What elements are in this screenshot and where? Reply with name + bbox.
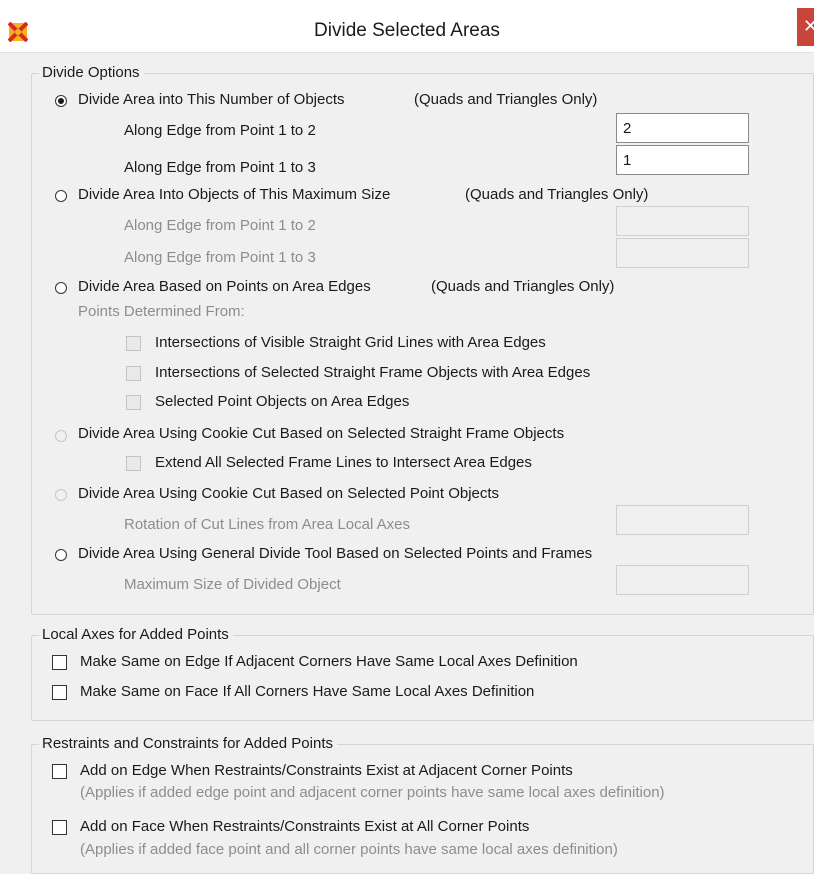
close-button[interactable]: ✕ xyxy=(797,8,814,46)
checkbox-extend-frame-lines[interactable] xyxy=(126,456,141,471)
checkbox-grid-line-intersections[interactable] xyxy=(126,336,141,351)
number-edge12-label: Along Edge from Point 1 to 2 xyxy=(124,122,316,139)
radio-divide-by-edge-points[interactable] xyxy=(55,282,67,294)
rotation-cut-lines-label: Rotation of Cut Lines from Area Local Ax… xyxy=(124,516,410,533)
radio-general-divide-tool[interactable] xyxy=(55,549,67,561)
checkbox-local-axes-face-label: Make Same on Face If All Corners Have Sa… xyxy=(80,683,535,700)
checkbox-selected-point-objects-label: Selected Point Objects on Area Edges xyxy=(155,393,410,410)
radio-divide-by-number[interactable] xyxy=(55,95,67,107)
radio-divide-by-number-label: Divide Area into This Number of Objects xyxy=(78,91,345,108)
number-edge13-label: Along Edge from Point 1 to 3 xyxy=(124,159,316,176)
max-size-edge13-input[interactable] xyxy=(616,238,749,268)
local-axes-legend: Local Axes for Added Points xyxy=(39,626,233,643)
checkbox-local-axes-edge[interactable] xyxy=(52,655,67,670)
radio-divide-by-edge-points-label: Divide Area Based on Points on Area Edge… xyxy=(78,278,371,295)
checkbox-selected-point-objects[interactable] xyxy=(126,395,141,410)
window-title: Divide Selected Areas xyxy=(314,20,500,41)
radio-cookie-cut-points[interactable] xyxy=(55,489,67,501)
checkbox-restraints-face-label: Add on Face When Restraints/Constraints … xyxy=(80,818,530,835)
max-divided-object-size-input[interactable] xyxy=(616,565,749,595)
restraints-edge-note: (Applies if added edge point and adjacen… xyxy=(80,784,665,801)
number-edge13-input[interactable] xyxy=(616,145,749,175)
checkbox-grid-line-intersections-label: Intersections of Visible Straight Grid L… xyxy=(155,334,546,351)
number-edge12-input[interactable] xyxy=(616,113,749,143)
radio-divide-by-max-size-label: Divide Area Into Objects of This Maximum… xyxy=(78,186,391,203)
points-determined-from-label: Points Determined From: xyxy=(78,303,245,320)
radio-general-divide-tool-label: Divide Area Using General Divide Tool Ba… xyxy=(78,545,593,562)
dialog-content: Divide Options Divide Area into This Num… xyxy=(0,53,814,874)
checkbox-frame-intersections[interactable] xyxy=(126,366,141,381)
checkbox-restraints-edge[interactable] xyxy=(52,764,67,779)
checkbox-extend-frame-lines-label: Extend All Selected Frame Lines to Inter… xyxy=(155,454,532,471)
checkbox-local-axes-face[interactable] xyxy=(52,685,67,700)
checkbox-restraints-edge-label: Add on Edge When Restraints/Constraints … xyxy=(80,762,573,779)
restraints-legend: Restraints and Constraints for Added Poi… xyxy=(39,735,337,752)
local-axes-group: Local Axes for Added Points xyxy=(31,626,814,721)
radio-divide-by-max-size-note: (Quads and Triangles Only) xyxy=(465,186,649,203)
restraints-face-note: (Applies if added face point and all cor… xyxy=(80,841,618,858)
max-size-edge12-input[interactable] xyxy=(616,206,749,236)
radio-cookie-cut-frames-label: Divide Area Using Cookie Cut Based on Se… xyxy=(78,425,565,442)
radio-cookie-cut-frames[interactable] xyxy=(55,430,67,442)
max-divided-object-size-label: Maximum Size of Divided Object xyxy=(124,576,341,593)
title-bar: Divide Selected Areas ✕ xyxy=(0,0,814,53)
checkbox-local-axes-edge-label: Make Same on Edge If Adjacent Corners Ha… xyxy=(80,653,578,670)
radio-divide-by-max-size[interactable] xyxy=(55,190,67,202)
checkbox-restraints-face[interactable] xyxy=(52,820,67,835)
max-size-edge13-label: Along Edge from Point 1 to 3 xyxy=(124,249,316,266)
rotation-cut-lines-input[interactable] xyxy=(616,505,749,535)
radio-cookie-cut-points-label: Divide Area Using Cookie Cut Based on Se… xyxy=(78,485,500,502)
max-size-edge12-label: Along Edge from Point 1 to 2 xyxy=(124,217,316,234)
radio-divide-by-edge-points-note: (Quads and Triangles Only) xyxy=(431,278,615,295)
checkbox-frame-intersections-label: Intersections of Selected Straight Frame… xyxy=(155,364,591,381)
divide-options-legend: Divide Options xyxy=(39,64,144,81)
radio-divide-by-number-note: (Quads and Triangles Only) xyxy=(414,91,598,108)
